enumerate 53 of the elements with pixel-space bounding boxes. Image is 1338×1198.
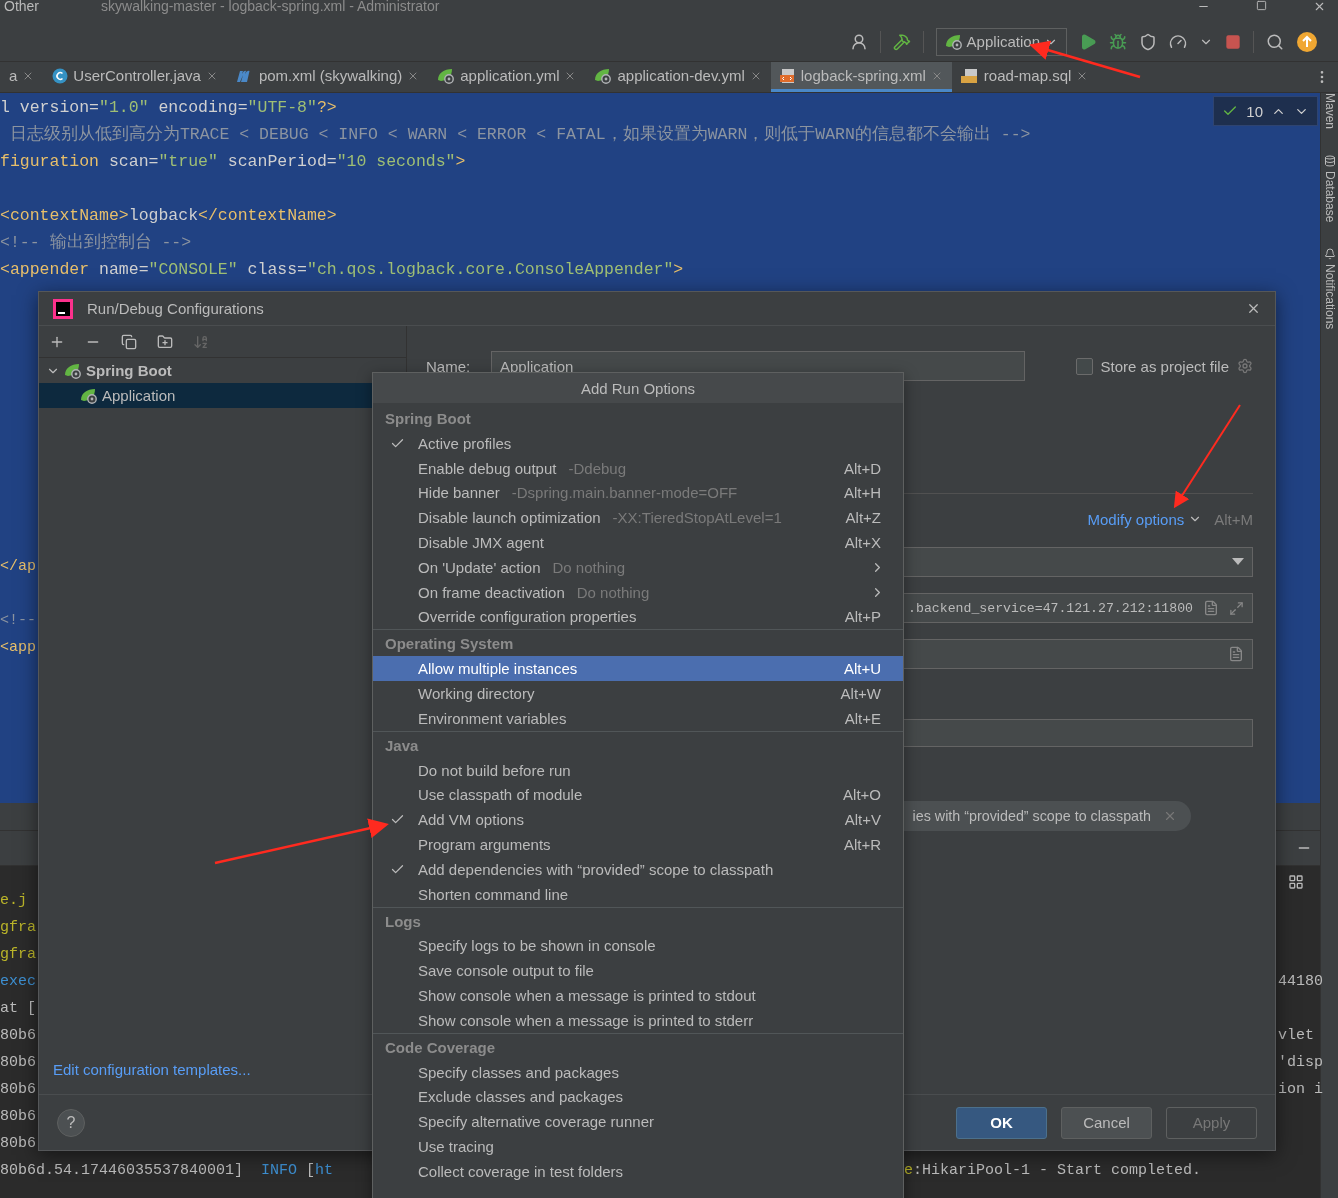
code-line: 日志级别从低到高分为TRACE < DEBUG < INFO < WARN < ERROR < FATAL，如果设置为WARN，则低于WARN的信息都不会输出 --> <box>8 123 1031 146</box>
console-text: 80b6 <box>0 1026 36 1046</box>
console-text: ion i <box>1278 1080 1323 1100</box>
shortcut-text: Alt+V <box>844 811 881 829</box>
shortcut-text: Alt+M <box>1214 510 1253 528</box>
shortcut-text: Alt+W <box>840 685 881 703</box>
code-line: </ap <box>0 557 36 577</box>
section-heading: Logs <box>384 911 422 932</box>
console-text: 80b6 <box>0 1134 36 1154</box>
shortcut-text: Alt+E <box>844 709 881 727</box>
console-text: 80b6 <box>0 1053 36 1073</box>
console-text: 80b6 <box>0 1107 36 1127</box>
code-line: <app <box>0 638 36 658</box>
console-text: gfra <box>0 918 36 938</box>
section-heading: Operating System <box>384 634 515 655</box>
console-text: 'disp <box>1278 1053 1323 1073</box>
console-text: vlet <box>1278 1026 1314 1046</box>
option-hint: Do nothing <box>576 583 650 601</box>
console-text: exec <box>0 972 36 992</box>
checkbox-label: Store as project file <box>1100 357 1229 375</box>
code-line: <!-- 输出到控制台 --> <box>0 232 192 254</box>
code-line: <appender name="CONSOLE" class="ch.qos.logback.core.ConsoleAppender"> <box>0 259 684 281</box>
shortcut-text: Alt+U <box>843 660 881 678</box>
option-hint: -XX:TieredStopAtLevel=1 <box>612 509 782 527</box>
console-text: gfra <box>0 945 36 965</box>
name-label: Name: <box>426 357 472 375</box>
console-text: e:HikariPool-1 - Start completed. <box>904 1161 1202 1181</box>
console-text: 80b6d.54.17446035537840001] INFO [ht <box>0 1161 334 1181</box>
popup-title: Add Run Options <box>373 373 903 403</box>
code-line: l version="1.0" encoding="UTF-8"?> <box>0 97 337 119</box>
shortcut-text: Alt+D <box>843 459 881 477</box>
shortcut-text: Alt+X <box>844 534 881 552</box>
shortcut-text: Alt+O <box>843 786 881 804</box>
section-heading: Code Coverage <box>384 1037 497 1058</box>
section-heading: Spring Boot <box>384 409 472 429</box>
section-heading: Java <box>384 735 420 756</box>
code-line: figuration scan="true" scanPeriod="10 seconds"> <box>0 151 466 173</box>
dialog-title: Run/Debug Configurations <box>87 300 264 317</box>
code-line: <!-- <box>0 611 36 631</box>
code-line: <contextName>logback</contextName> <box>0 205 337 227</box>
console-text: e.j <box>0 891 27 911</box>
console-text: 44180 <box>1278 972 1323 992</box>
option-hint: -Dspring.main.banner-mode=OFF <box>511 484 738 502</box>
inspection-count: 10 <box>1246 102 1263 120</box>
shortcut-text: Alt+Z <box>845 509 881 527</box>
option-hint: -Ddebug <box>568 459 626 477</box>
option-hint: Do nothing <box>552 558 626 576</box>
window-title: skywalking-master - logback-spring.xml - Administrator <box>101 0 440 12</box>
shortcut-text: Alt+P <box>844 608 881 626</box>
console-text: at [ <box>0 999 36 1019</box>
shortcut-text: Alt+R <box>843 836 881 854</box>
console-text: 80b6 <box>0 1080 36 1100</box>
shortcut-text: Alt+H <box>843 484 881 502</box>
